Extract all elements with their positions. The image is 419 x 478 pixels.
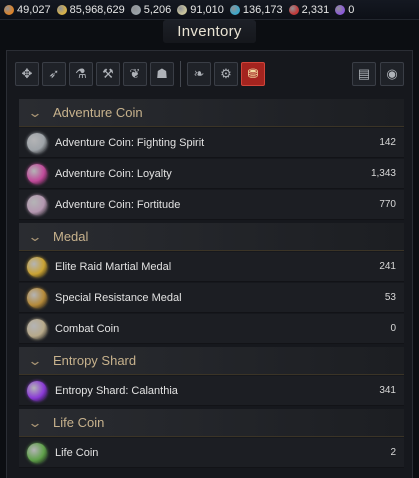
- section-header[interactable]: ⌄ Life Coin: [19, 409, 404, 437]
- item-row[interactable]: Elite Raid Martial Medal 241: [19, 252, 404, 282]
- item-name: Adventure Coin: Fortitude: [55, 198, 181, 211]
- category-tabs: ✥ ➶ ⚗ ⚒ ❦ ☗ ❧ ⚙ ⛃ ▤ ◉: [15, 59, 404, 89]
- item-name: Adventure Coin: Loyalty: [55, 167, 172, 180]
- coins-icon: ⛃: [247, 66, 259, 81]
- section-header[interactable]: ⌄ Entropy Shard: [19, 347, 404, 375]
- item-row[interactable]: Life Coin 2: [19, 438, 404, 468]
- tab-tools[interactable]: ⚒: [96, 62, 120, 86]
- tab-currency[interactable]: ⛃: [241, 62, 265, 86]
- item-row[interactable]: Special Resistance Medal 53: [19, 283, 404, 313]
- tab-special[interactable]: ⚙: [214, 62, 238, 86]
- item-count: 142: [379, 137, 396, 148]
- item-row[interactable]: Entropy Shard: Calanthia 341: [19, 376, 404, 406]
- leaf-icon: ❧: [193, 66, 205, 81]
- tab-all[interactable]: ✥: [15, 62, 39, 86]
- section-header[interactable]: ⌄ Adventure Coin: [19, 99, 404, 127]
- inventory-panel: ✥ ➶ ⚗ ⚒ ❦ ☗ ❧ ⚙ ⛃ ▤ ◉ ⌄ Adventure Coin Adventure Coi…: [6, 50, 413, 478]
- item-count: 1,343: [370, 168, 396, 179]
- section-title: Medal: [53, 229, 89, 244]
- tab-divider: [180, 61, 181, 87]
- item-count: 0: [390, 323, 396, 334]
- item-name: Life Coin: [55, 446, 99, 459]
- item-row[interactable]: Adventure Coin: Fortitude 770: [19, 190, 404, 220]
- window-title-bar: Inventory: [0, 12, 419, 50]
- entropy-shard-icon: [27, 380, 47, 401]
- tab-equipment[interactable]: ➶: [42, 62, 66, 86]
- chevron-down-icon: ⌄: [27, 104, 43, 120]
- section-title: Life Coin: [53, 415, 105, 430]
- gear-icon: ⚙: [220, 66, 232, 81]
- item-count: 770: [379, 199, 396, 210]
- item-name: Combat Coin: [55, 322, 120, 335]
- item-name: Entropy Shard: Calanthia: [55, 384, 178, 397]
- item-name: Adventure Coin: Fighting Spirit: [55, 136, 205, 149]
- bow-icon: ➶: [48, 66, 60, 81]
- herb-icon: ❦: [129, 66, 141, 81]
- tab-bags[interactable]: ☗: [150, 62, 174, 86]
- chevron-down-icon: ⌄: [27, 352, 43, 368]
- life-coin-icon: [27, 442, 47, 463]
- loyalty-coin-icon: [27, 163, 47, 184]
- tab-materials[interactable]: ❦: [123, 62, 147, 86]
- chevron-down-icon: ⌄: [27, 414, 43, 430]
- anvil-icon: ⚒: [102, 66, 114, 81]
- item-row[interactable]: Combat Coin 0: [19, 314, 404, 344]
- grid-icon: ✥: [21, 66, 33, 81]
- item-row[interactable]: Adventure Coin: Fighting Spirit 142: [19, 128, 404, 158]
- tool-buttons: ▤ ◉: [352, 62, 404, 86]
- item-count: 341: [379, 385, 396, 396]
- tab-crafting[interactable]: ❧: [187, 62, 211, 86]
- item-name: Special Resistance Medal: [55, 291, 182, 304]
- section-title: Entropy Shard: [53, 353, 137, 368]
- item-count: 241: [379, 261, 396, 272]
- item-row[interactable]: Adventure Coin: Loyalty 1,343: [19, 159, 404, 189]
- martial-medal-icon: [27, 256, 47, 277]
- section-title: Adventure Coin: [53, 105, 143, 120]
- fortitude-coin-icon: [27, 194, 47, 215]
- fighting-spirit-coin-icon: [27, 132, 47, 153]
- item-count: 53: [384, 292, 396, 303]
- combat-coin-icon: [27, 318, 47, 339]
- section-header[interactable]: ⌄ Medal: [19, 223, 404, 251]
- resistance-medal-icon: [27, 287, 47, 308]
- settings-button[interactable]: ◉: [380, 62, 404, 86]
- item-count: 2: [390, 447, 396, 458]
- eye-gear-icon: ◉: [386, 66, 398, 81]
- book-icon: ▤: [357, 66, 371, 81]
- tab-consumable[interactable]: ⚗: [69, 62, 93, 86]
- item-name: Elite Raid Martial Medal: [55, 260, 172, 273]
- chevron-down-icon: ⌄: [27, 228, 43, 244]
- window-title: Inventory: [163, 19, 256, 43]
- sort-button[interactable]: ▤: [352, 62, 376, 86]
- item-list: ⌄ Adventure Coin Adventure Coin: Fighting …: [19, 99, 404, 468]
- potion-icon: ⚗: [75, 66, 87, 81]
- pouch-icon: ☗: [156, 66, 168, 81]
